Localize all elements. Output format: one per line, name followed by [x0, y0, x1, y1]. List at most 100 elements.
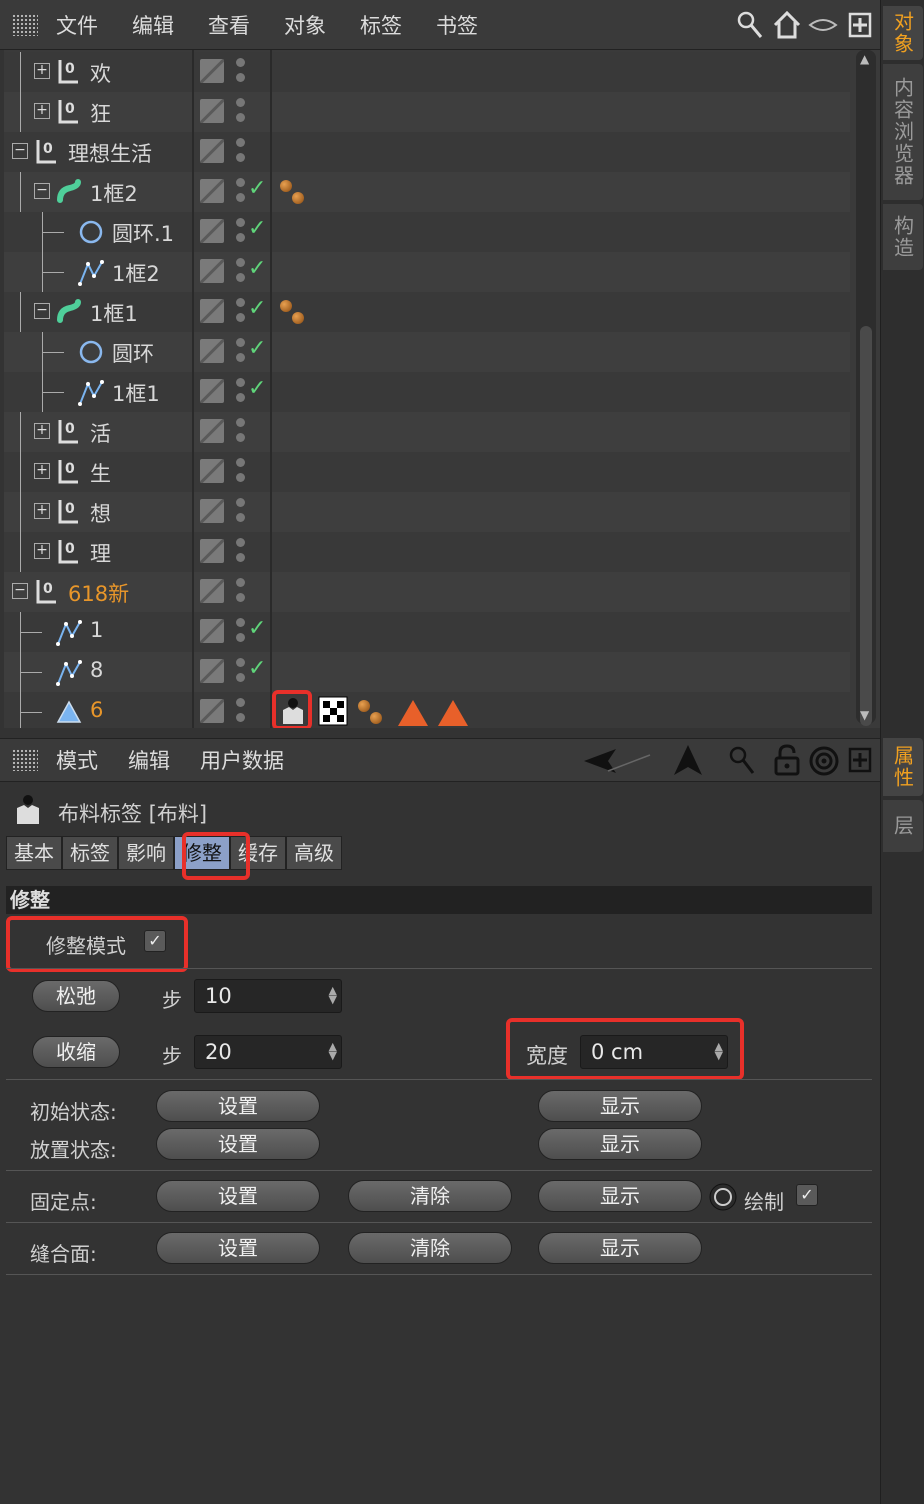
object-name[interactable]: 1框1 [90, 298, 138, 328]
object-name[interactable]: 6 [90, 698, 103, 722]
visibility-dots[interactable] [236, 498, 246, 526]
object-row[interactable]: +0 活 [4, 412, 850, 452]
material-tag-icon[interactable] [278, 178, 310, 208]
tab-objects[interactable]: 对象 [883, 6, 923, 60]
object-row[interactable]: +0 生 [4, 452, 850, 492]
expand-icon[interactable]: + [34, 503, 50, 519]
menu-edit[interactable]: 编辑 [128, 745, 170, 775]
search-icon[interactable] [728, 745, 756, 777]
object-name[interactable]: 8 [90, 658, 103, 682]
object-row[interactable]: +0 欢 [4, 52, 850, 92]
object-row[interactable]: 1 ✓ [4, 612, 850, 652]
object-name[interactable]: 圆环 [112, 338, 154, 368]
relax-steps-input[interactable]: 10 ▲ ▼ [194, 979, 342, 1013]
visibility-dots[interactable] [236, 218, 246, 246]
object-name[interactable]: 1 [90, 618, 103, 642]
menu-tags[interactable]: 标签 [360, 10, 402, 40]
lock-icon[interactable] [772, 743, 802, 777]
expand-icon[interactable]: + [34, 543, 50, 559]
object-row[interactable]: 1框2 ✓ [4, 252, 850, 292]
visibility-dots[interactable] [236, 58, 246, 86]
object-row[interactable]: − 1框1 ✓ [4, 292, 850, 332]
back-arrow-icon[interactable] [582, 745, 652, 777]
object-name[interactable]: 活 [90, 418, 111, 448]
home-icon[interactable] [772, 10, 802, 40]
tab-layers[interactable]: 层 [883, 800, 923, 852]
new-window-icon[interactable] [848, 12, 872, 38]
object-row[interactable]: +0 想 [4, 492, 850, 532]
stepper-icon[interactable]: ▲ ▼ [329, 985, 337, 1005]
object-row[interactable]: − 1框2 ✓ [4, 172, 850, 212]
layer-icon[interactable] [200, 539, 224, 563]
material-tag-icon[interactable] [356, 698, 388, 728]
object-name[interactable]: 圆环.1 [112, 218, 174, 248]
tab-content-browser[interactable]: 内容浏览器 [883, 64, 923, 200]
menu-file[interactable]: 文件 [56, 10, 98, 40]
layer-icon[interactable] [200, 259, 224, 283]
visibility-dots[interactable] [236, 698, 246, 726]
enabled-check-icon[interactable]: ✓ [248, 656, 266, 681]
tab-advanced[interactable]: 高级 [286, 836, 342, 870]
object-name[interactable]: 欢 [90, 58, 111, 88]
visibility-dots[interactable] [236, 98, 246, 126]
layer-icon[interactable] [200, 499, 224, 523]
material-tag-icon[interactable] [278, 298, 310, 328]
object-row[interactable]: 圆环.1 ✓ [4, 212, 850, 252]
eye-icon[interactable] [808, 14, 838, 36]
visibility-dots[interactable] [236, 458, 246, 486]
object-name[interactable]: 狂 [90, 98, 111, 128]
shrink-steps-input[interactable]: 20 ▲ ▼ [194, 1035, 342, 1069]
visibility-dots[interactable] [236, 378, 246, 406]
object-row[interactable]: 8 ✓ [4, 652, 850, 692]
menu-edit[interactable]: 编辑 [132, 10, 174, 40]
target-icon[interactable] [808, 745, 840, 777]
object-name[interactable]: 1框2 [112, 258, 160, 288]
visibility-dots[interactable] [236, 138, 246, 166]
selection-tag-icon[interactable] [398, 700, 428, 726]
object-row[interactable]: 圆环 ✓ [4, 332, 850, 372]
enabled-check-icon[interactable]: ✓ [248, 216, 266, 241]
layer-icon[interactable] [200, 179, 224, 203]
object-row[interactable]: +0 狂 [4, 92, 850, 132]
init-state-show-button[interactable]: 显示 [538, 1090, 702, 1122]
object-name[interactable]: 想 [90, 498, 111, 528]
enabled-check-icon[interactable]: ✓ [248, 296, 266, 321]
draw-checkbox[interactable]: ✓ [796, 1184, 818, 1206]
enabled-check-icon[interactable]: ✓ [248, 176, 266, 201]
fix-points-set-button[interactable]: 设置 [156, 1180, 320, 1212]
radio-icon[interactable] [708, 1182, 738, 1212]
object-row[interactable]: −0 618新 [4, 572, 850, 612]
enabled-check-icon[interactable]: ✓ [248, 256, 266, 281]
scrollbar-thumb[interactable] [860, 326, 872, 726]
layer-icon[interactable] [200, 459, 224, 483]
enabled-check-icon[interactable]: ✓ [248, 616, 266, 641]
layer-icon[interactable] [200, 219, 224, 243]
visibility-dots[interactable] [236, 178, 246, 206]
enabled-check-icon[interactable]: ✓ [248, 376, 266, 401]
menu-view[interactable]: 查看 [208, 10, 250, 40]
tab-tag[interactable]: 标签 [62, 836, 118, 870]
menu-objects[interactable]: 对象 [284, 10, 326, 40]
layer-icon[interactable] [200, 299, 224, 323]
grip-icon[interactable] [12, 13, 38, 36]
dress-state-show-button[interactable]: 显示 [538, 1128, 702, 1160]
texture-tag-icon[interactable] [318, 696, 348, 728]
layer-icon[interactable] [200, 659, 224, 683]
object-name[interactable]: 1框1 [112, 378, 160, 408]
tab-basic[interactable]: 基本 [6, 836, 62, 870]
grip-icon[interactable] [12, 749, 38, 771]
expand-icon[interactable]: + [34, 103, 50, 119]
object-row[interactable]: −0 理想生活 [4, 132, 850, 172]
visibility-dots[interactable] [236, 338, 246, 366]
expand-icon[interactable]: + [34, 63, 50, 79]
visibility-dots[interactable] [236, 538, 246, 566]
visibility-dots[interactable] [236, 578, 246, 606]
stepper-icon[interactable]: ▲ ▼ [329, 1041, 337, 1061]
seam-set-button[interactable]: 设置 [156, 1232, 320, 1264]
tab-structure[interactable]: 构造 [883, 204, 923, 270]
collapse-icon[interactable]: − [12, 583, 28, 599]
object-name[interactable]: 生 [90, 458, 111, 488]
tab-influence[interactable]: 影响 [118, 836, 174, 870]
object-row[interactable]: 1框1 ✓ [4, 372, 850, 412]
layer-icon[interactable] [200, 59, 224, 83]
